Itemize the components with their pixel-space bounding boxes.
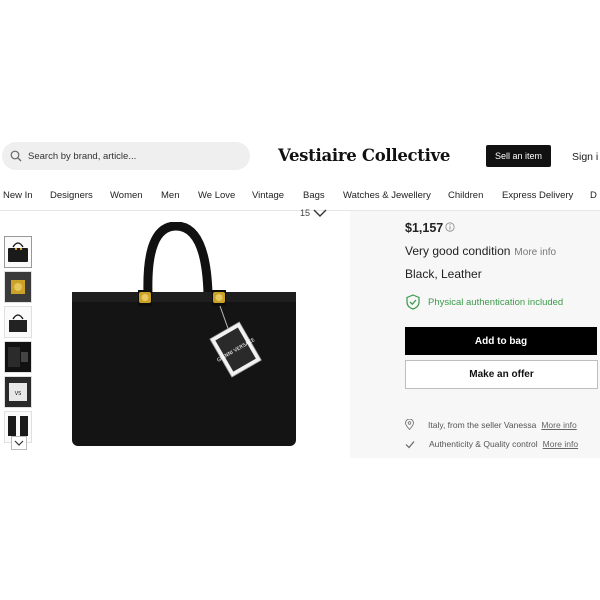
search-placeholder: Search by brand, article... (28, 150, 137, 162)
authentication-badge: Physical authentication included (405, 294, 563, 310)
info-icon[interactable] (445, 222, 455, 232)
image-counter: 15 (300, 208, 311, 218)
nav-item-new-in[interactable]: New In (3, 190, 33, 201)
checkmark-icon (405, 440, 415, 448)
quality-control-text: Authenticity & Quality control (429, 439, 538, 449)
search-input[interactable]: Search by brand, article... (2, 142, 250, 170)
sign-in-link[interactable]: Sign i (572, 151, 598, 163)
seller-more-info-link[interactable]: More info (541, 420, 576, 430)
site-header: Search by brand, article... Vestiaire Co… (0, 140, 600, 174)
thumbnail-5[interactable]: VS (4, 376, 32, 408)
quality-more-info-link[interactable]: More info (543, 439, 578, 449)
chevron-down-icon[interactable] (313, 208, 327, 218)
site-logo[interactable]: Vestiaire Collective (278, 146, 450, 165)
add-to-bag-button[interactable]: Add to bag (405, 327, 597, 355)
thumbnail-scroll-button[interactable] (11, 436, 27, 450)
thumbnail-4[interactable] (4, 341, 32, 373)
search-icon (10, 150, 22, 162)
thumbnail-2[interactable] (4, 271, 32, 303)
nav-item-vintage[interactable]: Vintage (252, 190, 284, 201)
make-offer-button[interactable]: Make an offer (405, 360, 598, 389)
nav-item-men[interactable]: Men (161, 190, 179, 201)
thumbnail-1[interactable] (4, 236, 32, 268)
nav-item-designers[interactable]: Designers (50, 190, 93, 201)
nav-item-express-delivery[interactable]: Express Delivery (502, 190, 573, 201)
condition-more-info-link[interactable]: More info (514, 247, 556, 258)
product-condition: Very good condition More info (405, 244, 556, 258)
nav-item-children[interactable]: Children (448, 190, 483, 201)
nav-item-bags[interactable]: Bags (303, 190, 325, 201)
nav-item-we-love[interactable]: We Love (198, 190, 235, 201)
nav-item-more[interactable]: D (590, 190, 597, 201)
nav-item-women[interactable]: Women (110, 190, 143, 201)
sell-item-button[interactable]: Sell an item (486, 145, 551, 167)
authentication-label: Physical authentication included (428, 296, 564, 308)
shield-check-icon (406, 294, 420, 310)
category-nav: New In Designers Women Men We Love Vinta… (0, 186, 600, 206)
thumbnail-3[interactable] (4, 306, 32, 338)
location-pin-icon (405, 419, 414, 430)
product-material: Black, Leather (405, 267, 482, 281)
condition-label: Very good condition (405, 244, 511, 258)
quality-control-row: Authenticity & Quality control More info (405, 439, 578, 449)
nav-item-watches-jewellery[interactable]: Watches & Jewellery (343, 190, 431, 201)
seller-location-text: Italy, from the seller Vanessa (428, 419, 537, 430)
seller-location-row: Italy, from the seller Vanessa More info (405, 419, 577, 430)
product-price: $1,157 (405, 221, 444, 235)
chevron-down-icon (14, 440, 24, 446)
svg-text:VS: VS (15, 391, 22, 397)
product-main-image[interactable]: GIANNI VERSACE (62, 221, 302, 452)
